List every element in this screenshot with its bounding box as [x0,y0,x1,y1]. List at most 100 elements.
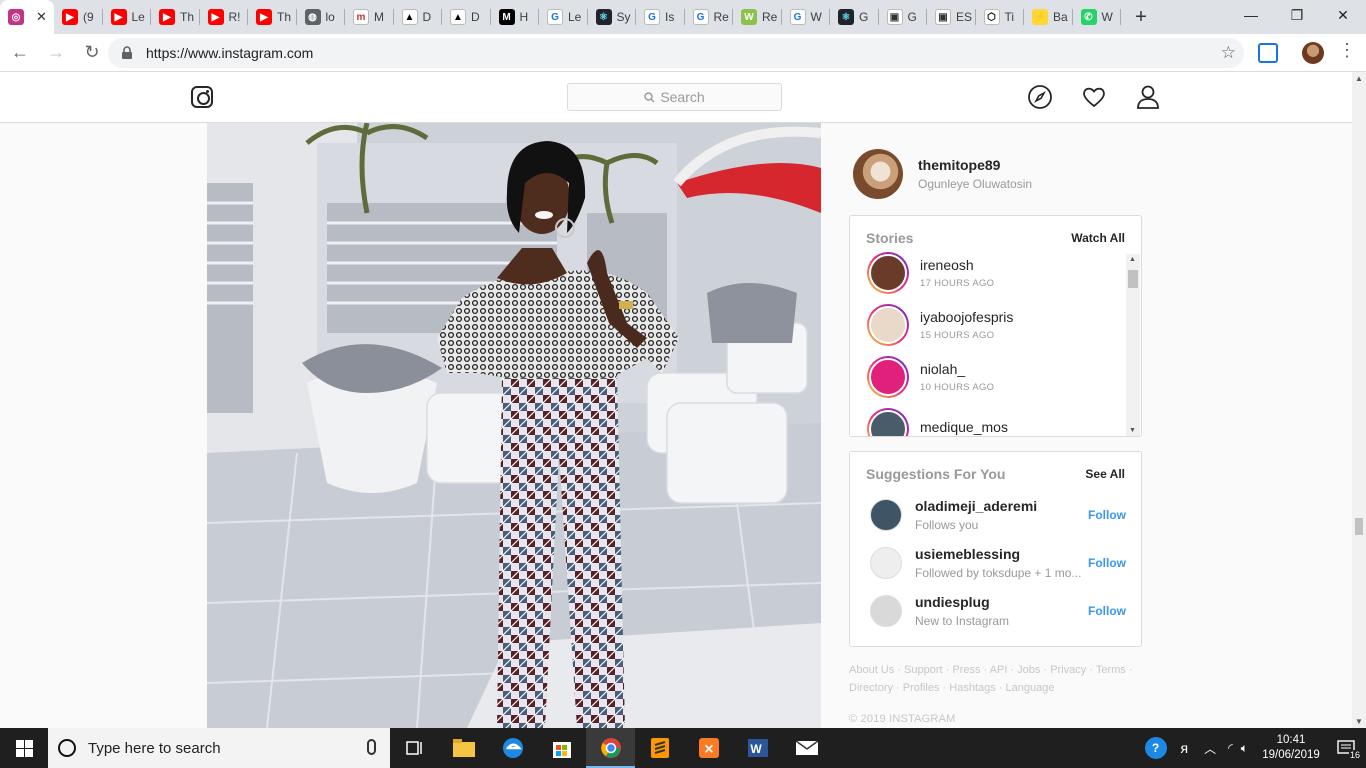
extension-icon[interactable] [1258,43,1278,63]
volume-icon[interactable]: 🔈︎ [1241,741,1248,756]
chrome-icon[interactable] [586,728,635,768]
people-icon[interactable]: ᴙ [1181,740,1189,756]
browser-tab[interactable]: ⚛ Sy [588,0,637,34]
footer-link[interactable]: Language [1006,682,1055,694]
browser-tab[interactable]: ⬡ Ti [976,0,1025,34]
browser-tab[interactable]: ▣ G [879,0,928,34]
word-icon[interactable]: W [733,728,782,768]
current-username[interactable]: themitope89 [918,157,1032,173]
browser-tab[interactable]: ◎ ✕ [0,0,54,34]
scroll-down-icon[interactable]: ▼ [1355,717,1363,726]
footer-link[interactable]: Jobs [1017,664,1040,676]
footer-link[interactable]: Profiles [903,682,940,694]
browser-tab[interactable]: MH [491,0,540,34]
story-avatar[interactable] [867,252,909,294]
see-all-button[interactable]: See All [1085,467,1125,481]
story-username[interactable]: niolah_ [920,361,994,377]
follow-button[interactable]: Follow [1088,604,1126,618]
minimize-icon[interactable]: — [1228,0,1274,30]
browser-tab[interactable]: ◍ lo [297,0,346,34]
search-input[interactable]: Search [567,83,782,111]
browser-tab[interactable]: ▶ Th [248,0,297,34]
forward-icon[interactable]: → [40,37,72,69]
profile-icon[interactable] [1135,84,1161,110]
current-user[interactable]: themitope89 Ogunleye Oluwatosin [853,149,1032,199]
bookmark-star-icon[interactable]: ☆ [1221,43,1236,63]
footer-link[interactable]: Privacy [1050,664,1086,676]
store-icon[interactable] [537,728,586,768]
notification-center-icon[interactable]: 16 [1326,728,1366,768]
stories-scrollbar[interactable]: ▲ ▼ [1126,254,1140,436]
back-icon[interactable]: ← [4,37,36,69]
browser-tab[interactable]: W Re [733,0,782,34]
address-bar[interactable]: https://www.instagram.com ☆ [108,38,1244,68]
browser-tab[interactable]: G Is [636,0,685,34]
scroll-up-icon[interactable]: ▲ [1129,256,1136,263]
taskbar-search-input[interactable]: Type here to search [48,728,390,768]
edge-browser-icon[interactable] [488,728,537,768]
story-username[interactable]: ireneosh [920,257,994,273]
post-photo[interactable] [207,123,821,728]
watch-all-button[interactable]: Watch All [1071,231,1125,245]
sublime-text-icon[interactable] [635,728,684,768]
story-avatar[interactable] [867,356,909,398]
browser-tab[interactable]: ▲ D [442,0,491,34]
profile-avatar[interactable] [1302,42,1324,64]
story-item[interactable]: iyaboojofespris 15 HOURS AGO [867,304,1013,346]
task-view-icon[interactable] [390,728,439,768]
story-avatar[interactable] [867,304,909,346]
browser-tab[interactable]: ⚡ Ba [1024,0,1073,34]
new-tab-icon[interactable]: + [1127,0,1155,34]
scroll-down-icon[interactable]: ▼ [1129,427,1136,434]
suggestion-username[interactable]: usiemeblessing [915,546,1085,562]
tray-chevron-icon[interactable]: ︿ [1204,740,1216,757]
browser-tab[interactable]: mM [345,0,394,34]
story-item[interactable]: niolah_ 10 HOURS AGO [867,356,994,398]
scroll-thumb[interactable] [1128,270,1138,288]
scroll-thumb[interactable] [1355,518,1363,535]
reload-icon[interactable]: ↻ [76,37,108,69]
footer-link[interactable]: Directory [849,682,893,694]
footer-link[interactable]: About Us [849,664,894,676]
footer-link[interactable]: API [990,664,1008,676]
help-icon[interactable]: ? [1144,737,1167,759]
microphone-icon[interactable] [367,739,376,755]
avatar[interactable] [870,499,902,531]
suggestion-username[interactable]: undiesplug [915,594,1085,610]
footer-link[interactable]: Hashtags [949,682,995,694]
tab-close-icon[interactable]: ✕ [36,9,47,25]
instagram-logo-icon[interactable] [191,86,213,108]
suggestion-username[interactable]: oladimeji_aderemi [915,498,1085,514]
footer-link[interactable]: Terms [1096,664,1126,676]
restore-icon[interactable]: ❐ [1274,0,1320,30]
clock[interactable]: 10:41 19/06/2019 [1256,733,1326,763]
browser-tab[interactable]: ✆ W [1073,0,1122,34]
story-avatar[interactable] [867,408,909,436]
avatar[interactable] [870,547,902,579]
browser-tab[interactable]: G Re [685,0,734,34]
start-button[interactable] [0,728,48,768]
scroll-up-icon[interactable]: ▲ [1355,74,1363,83]
story-username[interactable]: iyaboojofespris [920,309,1013,325]
page-scrollbar[interactable]: ▲ ▼ [1352,72,1366,728]
heart-icon[interactable] [1081,84,1107,110]
story-item[interactable]: medique_mos [867,408,1008,436]
browser-tab[interactable]: ▶ (9 [54,0,103,34]
browser-tab[interactable]: ▶ R! [200,0,249,34]
file-explorer-icon[interactable] [439,728,488,768]
avatar[interactable] [853,149,903,199]
close-window-icon[interactable]: ✕ [1320,0,1366,30]
wifi-icon[interactable]: ◜ [1228,741,1233,755]
browser-tab[interactable]: GW [782,0,831,34]
browser-tab[interactable]: ▶ Th [151,0,200,34]
explore-compass-icon[interactable] [1027,84,1053,110]
story-username[interactable]: medique_mos [920,419,1008,435]
browser-tab[interactable]: G Le [539,0,588,34]
footer-link[interactable]: Support [904,664,943,676]
story-item[interactable]: ireneosh 17 HOURS AGO [867,252,994,294]
browser-tab[interactable]: ▣ ES [927,0,976,34]
mail-icon[interactable] [782,728,831,768]
menu-dots-icon[interactable]: ⋮ [1338,40,1356,61]
footer-link[interactable]: Press [952,664,980,676]
follow-button[interactable]: Follow [1088,508,1126,522]
